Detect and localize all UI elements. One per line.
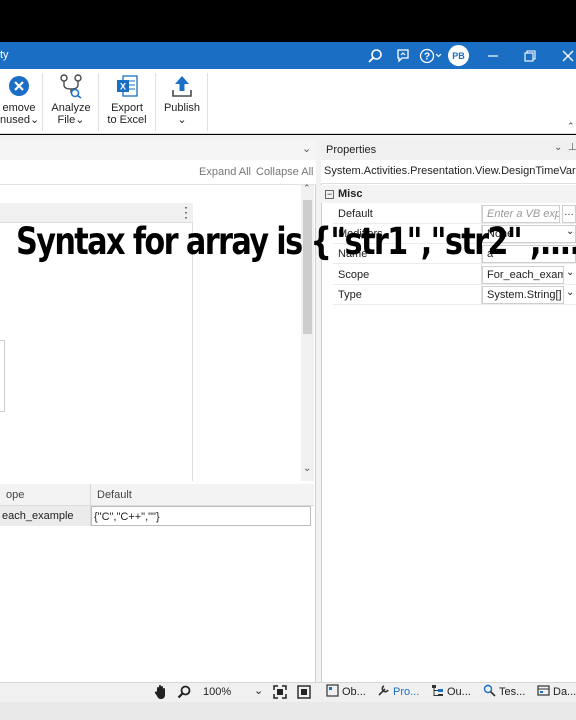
avatar[interactable]: PB (448, 45, 469, 66)
collapse-all-link[interactable]: Collapse All (256, 166, 313, 178)
properties-title: Properties (326, 144, 377, 156)
tab-label: Pro... (393, 686, 420, 698)
chevron-down-icon[interactable]: ⌄ (566, 267, 574, 278)
caption-overlay: Syntax for array is {"str1","str2" ,....… (16, 220, 576, 263)
property-row-scope: Scope For_each_examp ⌄ (333, 265, 576, 285)
export-to-excel-button[interactable]: X Export to Excel (102, 72, 152, 126)
help-icon[interactable]: ? (419, 46, 443, 66)
tab-label: Ob... (342, 686, 366, 698)
designer-toolstrip: ⌄ (0, 140, 316, 160)
pin-icon[interactable]: ⊥ (568, 142, 576, 153)
hand-tool-icon[interactable] (154, 684, 168, 703)
ribbon-separator (98, 73, 99, 131)
ribbon-collapse-icon[interactable]: ⌃ (567, 121, 575, 132)
svg-text:X: X (120, 82, 126, 92)
export-excel-label: Export (111, 102, 143, 114)
window-title: ty (0, 49, 9, 61)
remove-unused-button[interactable]: emove nused⌄ (0, 72, 40, 126)
object-browser-icon (326, 684, 339, 700)
scroll-up-icon[interactable]: ⌃ (303, 183, 311, 194)
tab-test-explorer[interactable]: Tes... (483, 684, 525, 700)
tab-object-browser[interactable]: Ob... (326, 684, 366, 700)
zoom-level[interactable]: 100% (203, 686, 231, 698)
analyze-file-label: Analyze (51, 102, 91, 114)
tab-label: Da... (553, 686, 576, 698)
tab-data-manager[interactable]: Da... (537, 684, 576, 700)
search-icon[interactable] (365, 46, 385, 66)
scroll-down-icon[interactable]: ⌄ (303, 463, 311, 474)
category-label: Misc (338, 188, 363, 200)
outline-icon (431, 684, 444, 700)
minimize-icon[interactable] (483, 46, 503, 66)
collapse-category-icon[interactable]: − (325, 190, 334, 199)
ribbon-separator (207, 73, 208, 131)
chevron-down-icon[interactable]: ⌄ (254, 684, 263, 697)
activity-box[interactable] (0, 340, 5, 412)
property-name: Scope (338, 269, 370, 281)
property-name: Default (338, 208, 373, 220)
publish-button[interactable]: Publish ⌄ (159, 72, 205, 126)
analyze-file-label-2: File⌄ (57, 114, 85, 126)
analyze-file-button[interactable]: Analyze File⌄ (46, 72, 96, 126)
feedback-icon[interactable] (393, 46, 413, 66)
top-black-bar (0, 0, 576, 42)
publish-dropdown: ⌄ (177, 114, 187, 126)
expand-all-link[interactable]: Expand All (199, 166, 251, 178)
remove-unused-label: emove (2, 102, 36, 114)
variable-scope-cell[interactable]: each_example (0, 506, 90, 526)
export-excel-icon: X (102, 72, 152, 100)
test-explorer-icon (483, 684, 496, 700)
close-icon[interactable] (558, 46, 576, 66)
properties-icon (377, 684, 390, 700)
tab-label: Tes... (499, 686, 526, 698)
column-header-scope[interactable]: ope (0, 484, 90, 506)
title-bar: ty ? (0, 42, 576, 69)
zoom-icon[interactable] (177, 685, 191, 702)
tab-outline[interactable]: Ou... (431, 684, 471, 700)
overview-icon[interactable] (297, 685, 311, 702)
ribbon-separator (42, 73, 43, 131)
chevron-down-icon[interactable]: ⌄ (302, 142, 311, 155)
tab-properties[interactable]: Pro... (377, 684, 419, 700)
ribbon: emove nused⌄ Analyze File⌄ X Export to E… (0, 69, 576, 134)
fit-to-screen-icon[interactable] (273, 685, 287, 702)
category-misc[interactable]: − Misc (321, 185, 576, 203)
property-row-type: Type System.String[] ⌄ (333, 285, 576, 305)
column-header-default[interactable]: Default (91, 484, 314, 506)
svg-text:?: ? (424, 52, 430, 63)
remove-unused-icon (0, 72, 38, 100)
pane-dropdown-icon[interactable]: ⌄ (554, 142, 562, 153)
publish-label: Publish (163, 102, 201, 114)
tab-label: Ou... (447, 686, 471, 698)
property-scope-select[interactable]: For_each_examp (482, 266, 564, 284)
publish-icon (159, 72, 205, 100)
ribbon-separator (155, 73, 156, 131)
analyze-file-icon (46, 72, 96, 100)
property-object-type: System.Activities.Presentation.View.Desi… (321, 160, 576, 184)
remove-unused-label-2: nused⌄ (0, 114, 40, 126)
expand-collapse-row: Expand All Collapse All (0, 160, 316, 185)
bottom-bar (0, 702, 576, 720)
variable-default-input[interactable]: {"C","C++",""} (91, 506, 311, 526)
more-options-icon[interactable]: ⋮ (179, 204, 193, 221)
export-excel-label-2: to Excel (107, 114, 147, 126)
property-type-select[interactable]: System.String[] (482, 286, 564, 304)
chevron-down-icon[interactable]: ⌄ (566, 287, 574, 298)
restore-icon[interactable] (520, 46, 540, 66)
properties-header: Properties ⌄ ⊥ (321, 140, 576, 160)
data-manager-icon (537, 684, 550, 700)
property-name: Type (338, 289, 362, 301)
